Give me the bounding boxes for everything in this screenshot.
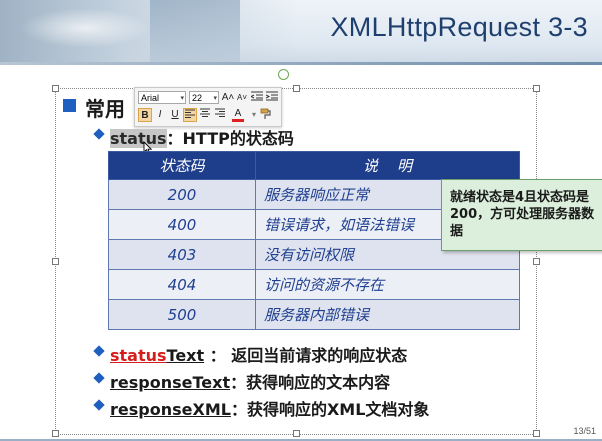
status-code-cell: 500 — [108, 299, 256, 330]
statustext-keyword-suffix: Text — [166, 346, 205, 365]
bullet-status-desc: ：HTTP的状态码 — [166, 129, 294, 148]
mini-format-toolbar: Arial ▾ 22 ▾ A˄ A˅ B I U A ▾ — [134, 87, 282, 127]
table-header-desc: 说 明 — [255, 151, 520, 180]
font-color-button[interactable]: A — [231, 108, 245, 122]
shrink-font-button[interactable]: A˅ — [235, 91, 249, 105]
slide-title: XMLHttpRequest 3-3 — [330, 12, 588, 42]
resize-handle-se[interactable] — [533, 430, 540, 437]
table-row: 500 服务器内部错误 — [108, 299, 520, 330]
font-family-value: Arial — [141, 93, 160, 103]
increase-indent-icon[interactable] — [265, 91, 279, 105]
status-code-cell: 400 — [108, 209, 256, 240]
bullet-statustext: statusText ： 返回当前请求的响应状态 — [110, 342, 407, 366]
statustext-desc: ： 返回当前请求的响应状态 — [204, 346, 408, 365]
grow-font-button[interactable]: A˄ — [221, 91, 235, 105]
square-bullet-icon — [63, 99, 76, 112]
font-size-value: 22 — [192, 93, 203, 103]
font-color-swatch — [232, 119, 244, 122]
slide-heading: 常用 — [85, 97, 125, 121]
selected-text: status — [110, 129, 167, 148]
responsexml-keyword: responseXML — [110, 400, 231, 419]
chevron-down-icon: ▾ — [213, 95, 217, 102]
header-divider — [0, 62, 602, 65]
font-color-letter: A — [234, 108, 242, 119]
resize-handle-n[interactable] — [293, 85, 300, 92]
format-painter-icon[interactable] — [259, 108, 273, 122]
align-left-icon[interactable] — [183, 108, 197, 122]
status-code-cell: 403 — [108, 239, 256, 270]
callout-text: 就绪状态是4且状态码是200，方可处理服务器数据 — [450, 190, 595, 239]
bullet-responsetext: responseText：获得响应的文本内容 — [110, 369, 390, 393]
responsetext-keyword: responseText — [110, 373, 231, 392]
resize-handle-e[interactable] — [533, 258, 540, 265]
chevron-down-icon: ▾ — [180, 95, 184, 102]
font-family-select[interactable]: Arial ▾ — [138, 91, 186, 104]
page-number: 13/51 — [573, 426, 596, 436]
resize-handle-s[interactable] — [293, 430, 300, 437]
statustext-keyword-red: status — [110, 346, 167, 365]
rotate-handle-icon[interactable] — [278, 69, 289, 80]
italic-button[interactable]: I — [153, 108, 167, 122]
align-center-icon[interactable] — [198, 108, 212, 122]
status-code-cell: 404 — [108, 269, 256, 300]
resize-handle-w[interactable] — [52, 258, 59, 265]
slide: XMLHttpRequest 3-3 常用 Arial ▾ 22 ▾ A˄ A˅ B… — [0, 0, 602, 441]
bold-button[interactable]: B — [138, 108, 152, 122]
responsexml-desc: ：获得响应的XML文档对象 — [230, 400, 430, 419]
slide-header: XMLHttpRequest 3-3 — [0, 0, 602, 62]
responsetext-desc: ：获得响应的文本内容 — [230, 373, 391, 392]
header-banner-image — [0, 0, 300, 62]
resize-handle-ne[interactable] — [533, 85, 540, 92]
bullet-status[interactable]: status：HTTP的状态码 — [110, 125, 294, 149]
align-right-icon[interactable] — [213, 108, 227, 122]
resize-handle-sw[interactable] — [52, 430, 59, 437]
ready-state-callout: 就绪状态是4且状态码是200，方可处理服务器数据 — [441, 179, 602, 251]
decrease-indent-icon[interactable] — [249, 91, 264, 105]
status-desc-cell: 服务器内部错误 — [255, 299, 520, 330]
status-desc-cell: 访问的资源不存在 — [255, 269, 520, 300]
status-code-cell: 200 — [108, 179, 256, 210]
resize-handle-nw[interactable] — [52, 85, 59, 92]
font-size-select[interactable]: 22 ▾ — [189, 91, 219, 104]
table-row: 404 访问的资源不存在 — [108, 269, 520, 300]
underline-button[interactable]: U — [168, 108, 182, 122]
bullet-responsexml: responseXML：获得响应的XML文档对象 — [110, 396, 429, 420]
table-header-code: 状态码 — [108, 151, 256, 180]
